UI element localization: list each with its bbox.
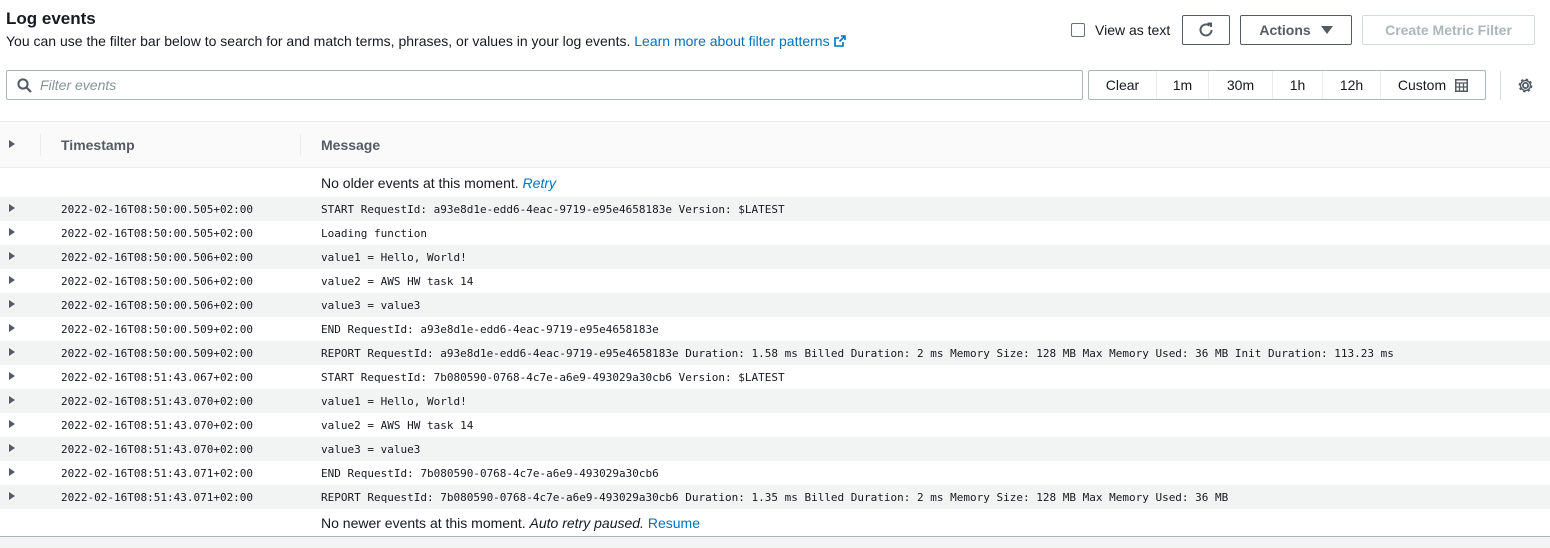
auto-retry-paused-text: Auto retry paused. xyxy=(529,515,644,531)
log-message: value1 = Hello, World! xyxy=(321,251,467,264)
page-title: Log events xyxy=(6,9,96,28)
expand-row-icon[interactable] xyxy=(9,396,15,404)
expand-row-icon[interactable] xyxy=(9,492,15,500)
log-event-row[interactable]: 2022-02-16T08:51:43.070+02:00 value1 = He… xyxy=(0,389,1550,413)
expand-row-icon[interactable] xyxy=(9,300,15,308)
time-range-selector: Clear 1m 30m 1h 12h Custom xyxy=(1088,70,1486,100)
log-timestamp: 2022-02-16T08:50:00.509+02:00 xyxy=(61,347,254,360)
log-message: value1 = Hello, World! xyxy=(321,395,467,408)
create-metric-filter-label: Create Metric Filter xyxy=(1385,22,1512,38)
expand-all-icon[interactable] xyxy=(9,140,15,148)
column-divider xyxy=(300,134,301,156)
view-as-text-toggle[interactable]: View as text xyxy=(1071,22,1170,38)
log-event-row[interactable]: 2022-02-16T08:51:43.067+02:00 START Reque… xyxy=(0,365,1550,389)
log-timestamp: 2022-02-16T08:50:00.509+02:00 xyxy=(61,323,254,336)
log-event-row[interactable]: 2022-02-16T08:50:00.506+02:00 value3 = va… xyxy=(0,293,1550,317)
column-header-message[interactable]: Message xyxy=(321,137,380,153)
log-event-row[interactable]: 2022-02-16T08:51:43.070+02:00 value2 = AW… xyxy=(0,413,1550,437)
log-timestamp: 2022-02-16T08:51:43.071+02:00 xyxy=(61,491,254,504)
time-range-clear[interactable]: Clear xyxy=(1089,71,1157,99)
older-events-notice: No older events at this moment. Retry xyxy=(321,175,556,191)
log-timestamp: 2022-02-16T08:50:00.505+02:00 xyxy=(61,203,254,216)
log-events-header: Log events You can use the filter bar be… xyxy=(0,0,1550,60)
log-timestamp: 2022-02-16T08:50:00.505+02:00 xyxy=(61,227,254,240)
description-text: You can use the filter bar below to sear… xyxy=(6,33,631,49)
column-header-timestamp[interactable]: Timestamp xyxy=(61,137,135,153)
log-message: START RequestId: 7b080590-0768-4c7e-a6e9… xyxy=(321,371,785,384)
log-timestamp: 2022-02-16T08:51:43.070+02:00 xyxy=(61,419,254,432)
log-event-row[interactable]: 2022-02-16T08:51:43.071+02:00 END Request… xyxy=(0,461,1550,485)
expand-row-icon[interactable] xyxy=(9,204,15,212)
log-timestamp: 2022-02-16T08:50:00.506+02:00 xyxy=(61,275,254,288)
log-event-row[interactable]: 2022-02-16T08:50:00.509+02:00 REPORT Requ… xyxy=(0,341,1550,365)
refresh-button[interactable] xyxy=(1182,15,1230,45)
log-message: value3 = value3 xyxy=(321,443,421,456)
search-icon xyxy=(17,78,32,93)
view-as-text-checkbox[interactable] xyxy=(1071,23,1085,37)
expand-row-icon[interactable] xyxy=(9,420,15,428)
log-timestamp: 2022-02-16T08:51:43.067+02:00 xyxy=(61,371,254,384)
expand-row-icon[interactable] xyxy=(9,228,15,236)
table-footer xyxy=(0,536,1550,548)
log-message: Loading function xyxy=(321,227,427,240)
log-message: value3 = value3 xyxy=(321,299,421,312)
newer-events-text: No newer events at this moment. xyxy=(321,515,526,531)
expand-row-icon[interactable] xyxy=(9,372,15,380)
log-timestamp: 2022-02-16T08:50:00.506+02:00 xyxy=(61,251,254,264)
log-event-row[interactable]: 2022-02-16T08:50:00.505+02:00 Loading fun… xyxy=(0,221,1550,245)
log-event-rows: 2022-02-16T08:50:00.505+02:00 START Reque… xyxy=(0,197,1550,509)
custom-label: Custom xyxy=(1397,77,1447,93)
learn-more-label: Learn more about filter patterns xyxy=(634,33,830,49)
older-events-text: No older events at this moment. xyxy=(321,175,519,191)
gear-icon[interactable] xyxy=(1517,77,1534,94)
time-range-30m[interactable]: 30m xyxy=(1209,71,1273,99)
log-event-row[interactable]: 2022-02-16T08:50:00.505+02:00 START Reque… xyxy=(0,197,1550,221)
expand-row-icon[interactable] xyxy=(9,252,15,260)
toolbar-divider xyxy=(1500,71,1501,100)
time-range-1h[interactable]: 1h xyxy=(1273,71,1323,99)
time-range-12h[interactable]: 12h xyxy=(1323,71,1381,99)
caret-down-icon xyxy=(1320,26,1333,34)
retry-link[interactable]: Retry xyxy=(523,175,556,191)
page-description: You can use the filter bar below to sear… xyxy=(6,33,846,49)
learn-more-link[interactable]: Learn more about filter patterns xyxy=(634,33,846,49)
refresh-icon xyxy=(1199,22,1213,37)
log-table-header: Timestamp Message xyxy=(0,121,1550,168)
view-as-text-label: View as text xyxy=(1095,22,1171,38)
expand-row-icon[interactable] xyxy=(9,444,15,452)
column-divider xyxy=(40,134,41,156)
log-message: value2 = AWS HW task 14 xyxy=(321,419,474,432)
time-range-1m[interactable]: 1m xyxy=(1157,71,1209,99)
actions-button[interactable]: Actions xyxy=(1240,15,1352,45)
log-timestamp: 2022-02-16T08:51:43.070+02:00 xyxy=(61,395,254,408)
log-timestamp: 2022-02-16T08:51:43.071+02:00 xyxy=(61,467,254,480)
actions-label: Actions xyxy=(1259,22,1311,38)
expand-row-icon[interactable] xyxy=(9,348,15,356)
filter-events-bar xyxy=(6,70,1083,100)
log-timestamp: 2022-02-16T08:50:00.506+02:00 xyxy=(61,299,254,312)
expand-row-icon[interactable] xyxy=(9,468,15,476)
filter-events-input[interactable] xyxy=(40,71,1070,99)
log-event-row[interactable]: 2022-02-16T08:50:00.506+02:00 value1 = He… xyxy=(0,245,1550,269)
expand-row-icon[interactable] xyxy=(9,276,15,284)
time-range-custom[interactable]: Custom xyxy=(1381,71,1485,99)
log-message: REPORT RequestId: a93e8d1e-edd6-4eac-971… xyxy=(321,347,1394,360)
log-event-row[interactable]: 2022-02-16T08:50:00.509+02:00 END Request… xyxy=(0,317,1550,341)
calendar-icon xyxy=(1455,78,1469,92)
log-event-row[interactable]: 2022-02-16T08:50:00.506+02:00 value2 = AW… xyxy=(0,269,1550,293)
create-metric-filter-button[interactable]: Create Metric Filter xyxy=(1362,15,1535,45)
log-message: END RequestId: 7b080590-0768-4c7e-a6e9-4… xyxy=(321,467,659,480)
log-message: END RequestId: a93e8d1e-edd6-4eac-9719-e… xyxy=(321,323,659,336)
log-timestamp: 2022-02-16T08:51:43.070+02:00 xyxy=(61,443,254,456)
external-link-icon xyxy=(833,35,846,47)
expand-row-icon[interactable] xyxy=(9,324,15,332)
log-message: REPORT RequestId: 7b080590-0768-4c7e-a6e… xyxy=(321,491,1229,504)
newer-events-notice: No newer events at this moment. Auto ret… xyxy=(321,515,700,531)
resume-link[interactable]: Resume xyxy=(648,515,700,531)
log-message: value2 = AWS HW task 14 xyxy=(321,275,474,288)
log-message: START RequestId: a93e8d1e-edd6-4eac-9719… xyxy=(321,203,785,216)
log-event-row[interactable]: 2022-02-16T08:51:43.070+02:00 value3 = va… xyxy=(0,437,1550,461)
log-event-row[interactable]: 2022-02-16T08:51:43.071+02:00 REPORT Requ… xyxy=(0,485,1550,509)
